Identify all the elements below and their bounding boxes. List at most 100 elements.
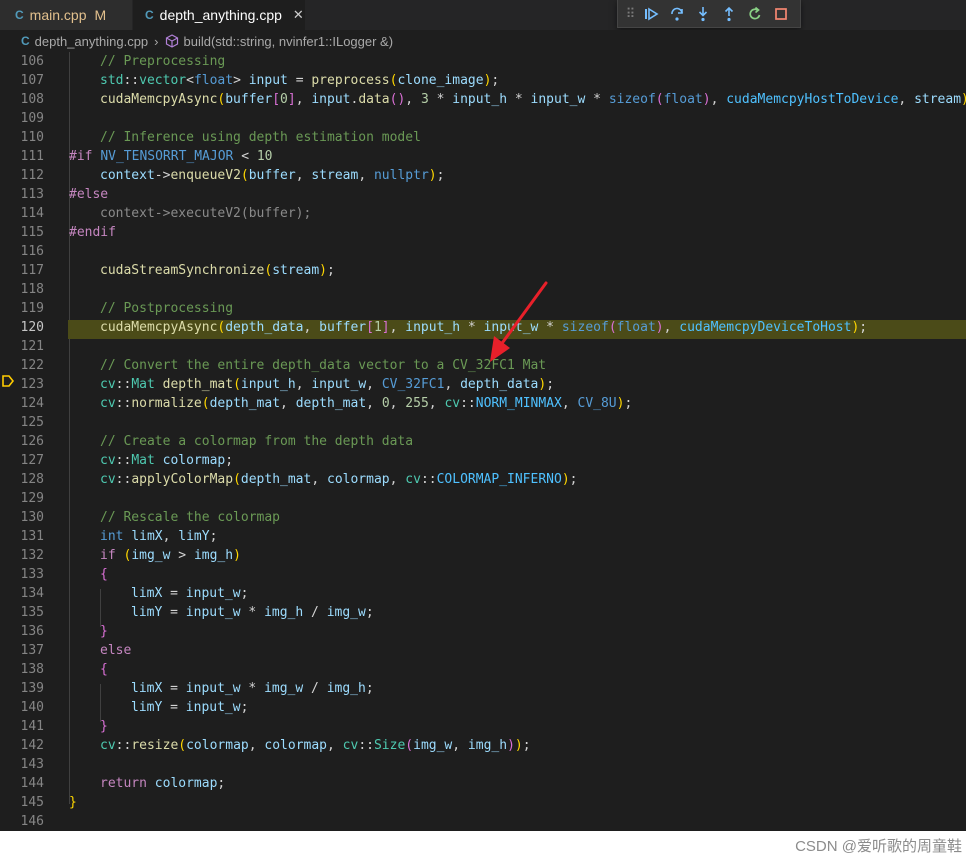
code-line-137[interactable]: else <box>100 641 131 660</box>
continue-button[interactable] <box>638 3 664 25</box>
line-number[interactable]: 118 <box>0 280 44 299</box>
line-number[interactable]: 115 <box>0 223 44 242</box>
step-into-icon <box>698 6 708 21</box>
line-number[interactable]: 111 <box>0 147 44 166</box>
line-number[interactable]: 126 <box>0 432 44 451</box>
line-number[interactable]: 124 <box>0 394 44 413</box>
line-number[interactable]: 138 <box>0 660 44 679</box>
code-line-127[interactable]: cv::Mat colormap; <box>100 451 233 470</box>
line-number[interactable]: 127 <box>0 451 44 470</box>
step-over-button[interactable] <box>664 3 690 25</box>
restart-button[interactable] <box>742 3 768 25</box>
line-number[interactable]: 116 <box>0 242 44 261</box>
tab-label: main.cpp <box>29 7 87 23</box>
line-number[interactable]: 112 <box>0 166 44 185</box>
line-number[interactable]: 140 <box>0 698 44 717</box>
line-number[interactable]: 132 <box>0 546 44 565</box>
line-number[interactable]: 129 <box>0 489 44 508</box>
line-number[interactable]: 109 <box>0 109 44 128</box>
drag-handle-icon[interactable]: ⠿ <box>622 6 638 22</box>
line-number[interactable]: 120 <box>0 318 44 337</box>
code-line-141[interactable]: } <box>100 717 108 736</box>
code-editor[interactable]: 106 107 108 109 110 111 112 113 114 115 116 117 118 1… <box>0 52 966 831</box>
line-number[interactable]: 130 <box>0 508 44 527</box>
line-number[interactable]: 137 <box>0 641 44 660</box>
code-line-123[interactable]: cv::Mat depth_mat(input_h, input_w, CV_3… <box>100 375 554 394</box>
code-line-142[interactable]: cv::resize(colormap, colormap, cv::Size(… <box>100 736 531 755</box>
close-icon[interactable]: ✕ <box>293 7 304 23</box>
line-number[interactable]: 134 <box>0 584 44 603</box>
line-number[interactable]: 139 <box>0 679 44 698</box>
line-number[interactable]: 145 <box>0 793 44 812</box>
tab-depth-anything-cpp[interactable]: C depth_anything.cpp ✕ <box>133 0 305 30</box>
code-line-132[interactable]: if (img_w > img_h) <box>100 546 241 565</box>
restart-icon <box>749 6 761 19</box>
line-number[interactable]: 110 <box>0 128 44 147</box>
step-into-button[interactable] <box>690 3 716 25</box>
modified-badge: M <box>94 7 107 23</box>
code-line-119[interactable]: // Postprocessing <box>100 299 233 318</box>
code-line-108[interactable]: cudaMemcpyAsync(buffer[0], input.data(),… <box>100 90 966 109</box>
code-line-124[interactable]: cv::normalize(depth_mat, depth_mat, 0, 2… <box>100 394 632 413</box>
line-number[interactable]: 125 <box>0 413 44 432</box>
debug-toolbar: ⠿ <box>617 0 801 28</box>
breakpoint-current-icon[interactable] <box>2 375 14 387</box>
line-number[interactable]: 146 <box>0 812 44 831</box>
step-out-button[interactable] <box>716 3 742 25</box>
code-line-136[interactable]: } <box>100 622 108 641</box>
line-number[interactable]: 119 <box>0 299 44 318</box>
code-line-110[interactable]: // Inference using depth estimation mode… <box>100 128 421 147</box>
tab-main-cpp[interactable]: C main.cpp M <box>0 0 132 30</box>
code-line-112[interactable]: context->enqueueV2(buffer, stream, nullp… <box>100 166 444 185</box>
line-number[interactable]: 131 <box>0 527 44 546</box>
line-number[interactable]: 144 <box>0 774 44 793</box>
line-number[interactable]: 143 <box>0 755 44 774</box>
code-line-115[interactable]: #endif <box>69 223 116 242</box>
code-line-111[interactable]: #if NV_TENSORRT_MAJOR < 10 <box>69 147 273 166</box>
line-number[interactable]: 121 <box>0 337 44 356</box>
line-number[interactable]: 135 <box>0 603 44 622</box>
cpp-file-icon: C <box>21 34 30 48</box>
cpp-file-icon: C <box>145 8 154 22</box>
annotation-arrow-icon <box>490 281 548 362</box>
code-line-144[interactable]: return colormap; <box>100 774 225 793</box>
code-line-139[interactable]: limX = input_w * img_w / img_h; <box>131 679 374 698</box>
line-number[interactable]: 114 <box>0 204 44 223</box>
code-line-131[interactable]: int limX, limY; <box>100 527 217 546</box>
code-line-145[interactable]: } <box>69 793 77 812</box>
step-out-icon <box>724 6 734 21</box>
line-number[interactable]: 141 <box>0 717 44 736</box>
code-line-135[interactable]: limY = input_w * img_h / img_w; <box>131 603 374 622</box>
code-line-140[interactable]: limY = input_w; <box>131 698 248 717</box>
chevron-right-icon: › <box>154 33 159 49</box>
line-number[interactable]: 122 <box>0 356 44 375</box>
line-number[interactable]: 136 <box>0 622 44 641</box>
code-line-114[interactable]: context->executeV2(buffer); <box>100 204 311 223</box>
method-icon <box>165 34 179 48</box>
line-number[interactable]: 128 <box>0 470 44 489</box>
breadcrumb-file[interactable]: depth_anything.cpp <box>35 34 148 49</box>
line-number[interactable]: 106 <box>0 52 44 71</box>
code-line-126[interactable]: // Create a colormap from the depth data <box>100 432 413 451</box>
line-number[interactable]: 142 <box>0 736 44 755</box>
code-line-113[interactable]: #else <box>69 185 108 204</box>
code-line-134[interactable]: limX = input_w; <box>131 584 248 603</box>
code-line-133[interactable]: { <box>100 565 108 584</box>
code-line-117[interactable]: cudaStreamSynchronize(stream); <box>100 261 335 280</box>
line-number[interactable]: 133 <box>0 565 44 584</box>
line-number[interactable]: 113 <box>0 185 44 204</box>
line-number[interactable]: 117 <box>0 261 44 280</box>
breadcrumb: C depth_anything.cpp › build(std::string… <box>0 30 966 52</box>
code-line-130[interactable]: // Rescale the colormap <box>100 508 280 527</box>
stop-icon <box>775 7 787 20</box>
code-line-107[interactable]: std::vector<float> input = preprocess(cl… <box>100 71 499 90</box>
line-number[interactable]: 107 <box>0 71 44 90</box>
tab-bar: C main.cpp M C depth_anything.cpp ✕ <box>0 0 966 30</box>
line-number[interactable]: 108 <box>0 90 44 109</box>
code-line-128[interactable]: cv::applyColorMap(depth_mat, colormap, c… <box>100 470 577 489</box>
code-line-106[interactable]: // Preprocessing <box>100 52 225 71</box>
breadcrumb-symbol[interactable]: build(std::string, nvinfer1::ILogger &) <box>184 34 394 49</box>
code-line-138[interactable]: { <box>100 660 108 679</box>
cpp-file-icon: C <box>15 8 24 22</box>
stop-button[interactable] <box>768 3 794 25</box>
